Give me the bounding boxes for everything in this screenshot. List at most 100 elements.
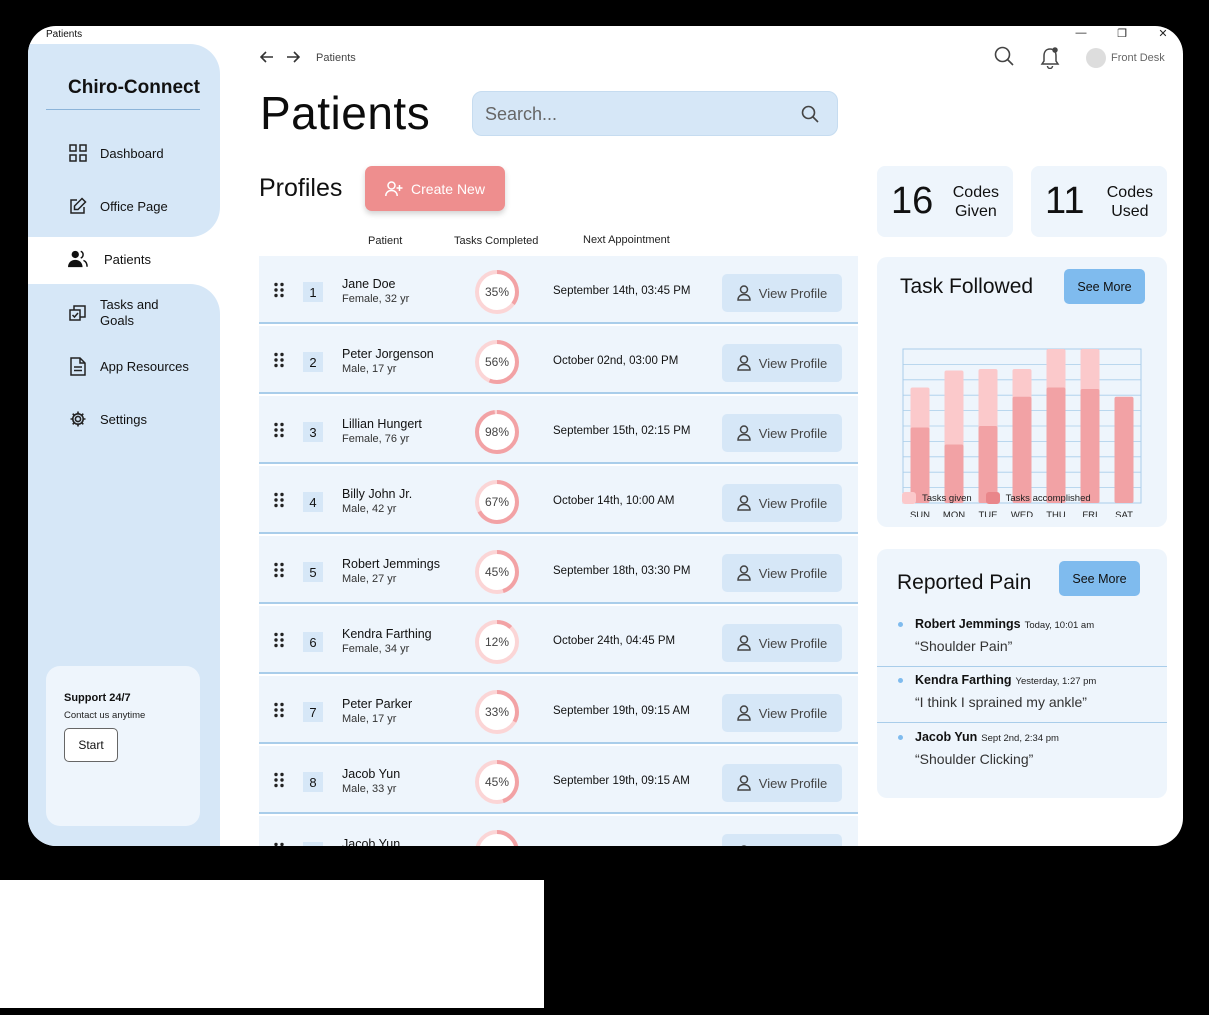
restore-icon[interactable]: ❐ (1115, 27, 1129, 40)
pain-quote: “Shoulder Clicking” (915, 751, 1034, 767)
back-arrow-icon[interactable] (259, 50, 274, 66)
table-row[interactable]: Jacob Yun View Profile (259, 816, 858, 846)
table-row[interactable]: 1 Jane Doe Female, 32 yr 35% September 14th,… (259, 256, 858, 324)
row-number: 1 (303, 282, 323, 302)
pain-report-item[interactable]: Jacob Yun Sept 2nd, 2:34 pm “Shoulder Cli… (877, 723, 1167, 780)
drag-handle-icon[interactable] (273, 842, 285, 846)
history-nav: Patients (259, 50, 356, 66)
view-profile-button[interactable]: View Profile (722, 764, 842, 802)
notification-bell-icon[interactable] (1040, 47, 1060, 74)
add-user-icon (385, 180, 403, 196)
view-profile-label: View Profile (758, 565, 828, 581)
pain-see-more-button[interactable]: See More (1059, 561, 1140, 596)
drag-handle-icon[interactable] (273, 352, 285, 368)
drag-handle-icon[interactable] (273, 282, 285, 298)
view-profile-button[interactable]: View Profile (722, 484, 842, 522)
table-row[interactable]: 5 Robert Jemmings Male, 27 yr 45% September … (259, 536, 858, 604)
grid-icon (68, 143, 88, 163)
progress-percent: 45% (484, 565, 510, 579)
support-start-button[interactable]: Start (64, 728, 118, 762)
x-tick-label: THU (1046, 510, 1066, 517)
drag-handle-icon[interactable] (273, 422, 285, 438)
close-icon[interactable]: ✕ (1156, 27, 1170, 40)
patient-table: 1 Jane Doe Female, 32 yr 35% September 14th,… (259, 256, 858, 846)
user-icon (737, 495, 751, 511)
view-profile-button[interactable]: View Profile (722, 274, 842, 312)
view-profile-button[interactable]: View Profile (722, 344, 842, 382)
view-profile-label: View Profile (758, 285, 828, 301)
sidebar-item-tasks-goals[interactable]: Tasks and Goals (68, 297, 159, 329)
bullet-dot (898, 678, 903, 683)
legend-label-given: Tasks given (922, 492, 972, 504)
view-profile-button[interactable]: View Profile (722, 624, 842, 662)
sidebar-item-settings[interactable]: Settings (68, 409, 147, 429)
bullet-dot (898, 735, 903, 740)
column-header-tasks: Tasks Completed (454, 235, 539, 247)
sidebar-item-label: Office Page (100, 198, 168, 214)
pain-report-item[interactable]: Robert Jemmings Today, 10:01 am “Shoulder… (877, 610, 1167, 667)
view-profile-button[interactable]: View Profile (722, 694, 842, 732)
table-row[interactable]: 3 Lillian Hungert Female, 76 yr 98% Septembe… (259, 396, 858, 464)
table-row[interactable]: 7 Peter Parker Male, 17 yr 33% September 19t… (259, 676, 858, 744)
pain-quote: “I think I sprained my ankle” (915, 694, 1087, 710)
row-number (303, 842, 323, 846)
profiles-heading: Profiles (259, 174, 343, 202)
sidebar-item-dashboard[interactable]: Dashboard (68, 143, 164, 163)
drag-handle-icon[interactable] (273, 562, 285, 578)
patient-name: Lillian Hungert (342, 417, 422, 431)
sidebar-item-app-resources[interactable]: App Resources (68, 356, 189, 376)
sidebar-item-patients[interactable]: Patients (68, 249, 151, 269)
avatar[interactable] (1086, 48, 1106, 68)
search-input[interactable] (485, 102, 785, 126)
breadcrumb[interactable]: Patients (316, 52, 356, 64)
patient-name: Peter Jorgenson (342, 347, 434, 361)
pain-timestamp: Yesterday, 1:27 pm (1015, 676, 1097, 687)
drag-handle-icon[interactable] (273, 702, 285, 718)
view-profile-button[interactable]: View Profile (722, 554, 842, 592)
patient-info: Male, 27 yr (342, 573, 397, 585)
sidebar-item-office-page[interactable]: Office Page (68, 196, 168, 216)
sidebar-item-label: Dashboard (100, 145, 164, 161)
drag-handle-icon[interactable] (273, 632, 285, 648)
minimize-icon[interactable]: — (1074, 27, 1088, 39)
create-new-button[interactable]: Create New (365, 166, 505, 211)
user-icon (737, 635, 751, 651)
progress-percent: 67% (484, 495, 510, 509)
user-icon (737, 355, 751, 371)
progress-ring: 12% (473, 618, 521, 666)
forward-arrow-icon[interactable] (286, 50, 301, 66)
title-bar: Patients — ❐ ✕ (28, 26, 1183, 42)
user-name[interactable]: Front Desk (1111, 52, 1165, 64)
drag-handle-icon[interactable] (273, 772, 285, 788)
table-row[interactable]: 2 Peter Jorgenson Male, 17 yr 56% October 02… (259, 326, 858, 394)
patient-info: Male, 17 yr (342, 363, 397, 375)
header-search-icon[interactable] (994, 46, 1014, 71)
view-profile-label: View Profile (758, 775, 828, 791)
user-icon (737, 705, 751, 721)
tasks-icon (68, 303, 88, 323)
task-see-more-button[interactable]: See More (1064, 269, 1145, 304)
x-tick-label: TUE (979, 510, 998, 517)
table-row[interactable]: 8 Jacob Yun Male, 33 yr 45% September 19th, … (259, 746, 858, 814)
view-profile-button[interactable]: View Profile (722, 414, 842, 452)
table-row[interactable]: 4 Billy John Jr. Male, 42 yr 67% October 14t… (259, 466, 858, 534)
row-number: 5 (303, 562, 323, 582)
view-profile-button[interactable]: View Profile (722, 834, 842, 846)
task-followed-title: Task Followed (900, 275, 1034, 298)
x-tick-label: FRI (1082, 510, 1097, 517)
codes-given-label: Codes Given (952, 184, 999, 220)
next-appointment: September 14th, 03:45 PM (553, 285, 691, 297)
legend-label-accomplished: Tasks accomplished (1005, 492, 1091, 504)
gear-icon (68, 409, 88, 429)
drag-handle-icon[interactable] (273, 492, 285, 508)
next-appointment: September 15th, 02:15 PM (553, 425, 691, 437)
row-number: 8 (303, 772, 323, 792)
progress-ring (473, 828, 521, 846)
progress-percent: 35% (484, 285, 510, 299)
patient-name: Jacob Yun (342, 767, 401, 781)
progress-ring: 67% (473, 478, 521, 526)
pain-report-item[interactable]: Kendra Farthing Yesterday, 1:27 pm “I thi… (877, 666, 1167, 723)
app-window: Patients — ❐ ✕ Chiro-Connect Dashboard O… (28, 26, 1183, 846)
table-row[interactable]: 6 Kendra Farthing Female, 34 yr 12% October … (259, 606, 858, 674)
search-icon[interactable] (801, 105, 819, 128)
